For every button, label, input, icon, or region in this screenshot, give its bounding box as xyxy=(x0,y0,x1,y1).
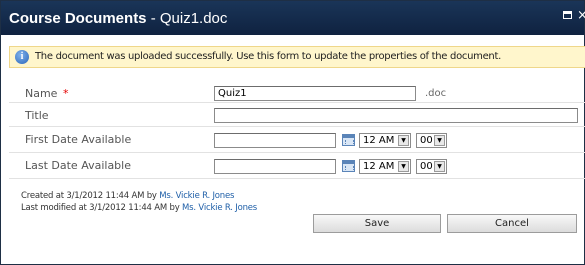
modified-prefix: Last modified at 3/1/2012 11:44 AM by xyxy=(21,203,183,213)
dialog-title: Course Documents - Quiz1.doc xyxy=(9,10,227,27)
title-input[interactable] xyxy=(214,108,578,123)
last-date-input[interactable] xyxy=(214,159,336,174)
created-prefix: Created at 3/1/2012 11:44 AM by xyxy=(21,191,160,201)
first-date-input[interactable] xyxy=(214,133,336,148)
created-by-link[interactable]: Ms. Vickie R. Jones xyxy=(159,191,234,201)
name-label-text: Name xyxy=(25,87,58,100)
first-date-row: First Date Available 12 AM ▼ 00 ▼ xyxy=(9,127,585,153)
chevron-down-icon: ▼ xyxy=(434,161,445,172)
name-row: Name * .doc xyxy=(9,81,585,103)
chevron-down-icon: ▼ xyxy=(434,135,445,146)
required-marker: * xyxy=(62,87,69,100)
dialog-title-list: Course Documents xyxy=(9,10,147,27)
info-icon: i xyxy=(15,50,29,64)
first-date-minute-value: 00 xyxy=(420,135,433,146)
save-button[interactable]: Save xyxy=(313,214,441,233)
cancel-button[interactable]: Cancel xyxy=(447,214,577,233)
last-date-label: Last Date Available xyxy=(25,159,131,172)
name-input[interactable] xyxy=(214,86,416,101)
dialog-titlebar: Course Documents - Quiz1.doc × xyxy=(1,1,585,35)
close-icon[interactable]: × xyxy=(577,8,585,23)
dialog-window: Course Documents - Quiz1.doc × i The doc… xyxy=(0,0,585,265)
first-date-minute-select[interactable]: 00 ▼ xyxy=(416,133,447,148)
file-extension: .doc xyxy=(425,88,447,99)
calendar-icon[interactable] xyxy=(342,160,355,172)
chevron-down-icon: ▼ xyxy=(398,161,409,172)
title-label: Title xyxy=(25,109,49,122)
last-date-hour-select[interactable]: 12 AM ▼ xyxy=(359,159,411,174)
maximize-icon[interactable] xyxy=(563,11,572,19)
first-date-label: First Date Available xyxy=(25,133,132,146)
status-message: The document was uploaded successfully. … xyxy=(35,51,501,62)
first-date-hour-select[interactable]: 12 AM ▼ xyxy=(359,133,411,148)
modified-info: Last modified at 3/1/2012 11:44 AM by Ms… xyxy=(21,203,257,213)
dialog-title-file: - Quiz1.doc xyxy=(146,10,228,27)
first-date-hour-value: 12 AM xyxy=(363,135,395,146)
status-banner: i The document was uploaded successfully… xyxy=(9,46,585,68)
last-date-hour-value: 12 AM xyxy=(363,161,395,172)
chevron-down-icon: ▼ xyxy=(398,135,409,146)
modified-by-link[interactable]: Ms. Vickie R. Jones xyxy=(182,203,257,213)
last-date-row: Last Date Available 12 AM ▼ 00 ▼ xyxy=(9,153,585,179)
title-row: Title xyxy=(9,103,585,127)
created-info: Created at 3/1/2012 11:44 AM by Ms. Vick… xyxy=(21,191,234,201)
name-label: Name * xyxy=(25,87,68,100)
last-date-minute-value: 00 xyxy=(420,161,433,172)
last-date-minute-select[interactable]: 00 ▼ xyxy=(416,159,447,174)
calendar-icon[interactable] xyxy=(342,134,355,146)
